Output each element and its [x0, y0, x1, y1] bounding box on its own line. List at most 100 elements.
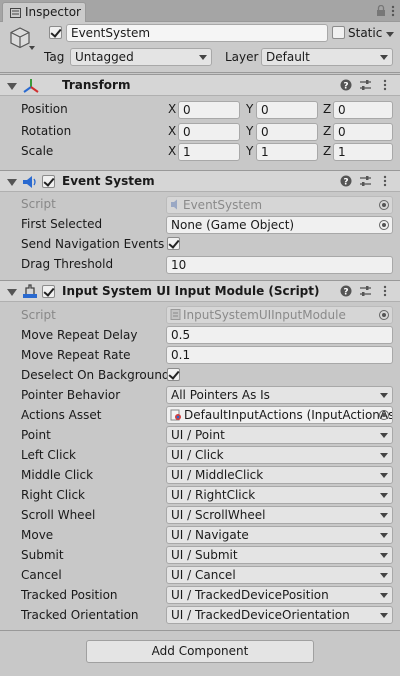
position-z-field[interactable]: 0: [333, 101, 393, 119]
action-left-click-label: Left Click: [21, 448, 76, 462]
tag-dropdown[interactable]: Untagged: [70, 48, 212, 66]
scale-y-field[interactable]: 1: [256, 143, 318, 161]
move-repeat-delay-label: Move Repeat Delay: [21, 328, 138, 342]
action-scroll-wheel-label: Scroll Wheel: [21, 508, 96, 522]
layer-dropdown[interactable]: Default: [261, 48, 393, 66]
tag-value: Untagged: [75, 50, 134, 64]
event-system-title: Event System: [62, 174, 155, 188]
input-module-header[interactable]: Input System UI Input Module (Script) ?: [0, 280, 400, 302]
static-checkbox[interactable]: [332, 26, 345, 39]
rotation-y-field[interactable]: 0: [256, 123, 318, 141]
foldout-arrow-icon[interactable]: [7, 289, 17, 296]
axis-y-label[interactable]: Y: [246, 124, 253, 138]
icon-dropdown-arrow[interactable]: [29, 46, 35, 50]
inspector-icon: [10, 8, 21, 18]
help-icon[interactable]: ?: [340, 285, 352, 297]
action-right-click-dropdown[interactable]: UI / RightClick: [166, 486, 393, 504]
help-icon[interactable]: ?: [340, 79, 352, 91]
object-picker-icon[interactable]: [379, 410, 389, 420]
position-y-field[interactable]: 0: [256, 101, 318, 119]
script-file-icon: [170, 309, 181, 320]
component-menu-icon[interactable]: [382, 78, 388, 92]
axis-x-label[interactable]: X: [168, 124, 176, 138]
script-value: EventSystem: [183, 198, 263, 212]
input-module-enabled-checkbox[interactable]: [42, 285, 55, 298]
deselect-checkbox[interactable]: [167, 368, 180, 381]
rotation-z-field[interactable]: 0: [333, 123, 393, 141]
axis-x-label[interactable]: X: [168, 102, 176, 116]
drag-threshold-field[interactable]: 10: [166, 256, 393, 274]
action-value: UI / RightClick: [171, 488, 256, 502]
action-value: UI / Navigate: [171, 528, 249, 542]
axis-y-label[interactable]: Y: [246, 102, 253, 116]
scale-label: Scale: [21, 144, 54, 158]
action-submit-dropdown[interactable]: UI / Submit: [166, 546, 393, 564]
action-tracked-orientation-dropdown[interactable]: UI / TrackedDeviceOrientation: [166, 606, 393, 624]
send-nav-checkbox[interactable]: [167, 237, 180, 250]
action-value: UI / TrackedDeviceOrientation: [171, 608, 350, 622]
action-value: UI / TrackedDevicePosition: [171, 588, 329, 602]
rotation-x-field[interactable]: 0: [178, 123, 240, 141]
transform-header[interactable]: Transform ?: [0, 74, 400, 96]
action-scroll-wheel-dropdown[interactable]: UI / ScrollWheel: [166, 506, 393, 524]
first-selected-field[interactable]: None (Game Object): [166, 216, 393, 234]
axis-z-label[interactable]: Z: [323, 124, 331, 138]
more-options-icon[interactable]: [390, 4, 396, 18]
component-menu-icon[interactable]: [382, 284, 388, 298]
foldout-arrow-icon[interactable]: [7, 83, 17, 90]
action-tracked-position-label: Tracked Position: [21, 588, 118, 602]
move-repeat-delay-field[interactable]: 0.5: [166, 326, 393, 344]
input-module-icon: [23, 284, 37, 298]
presets-icon[interactable]: [359, 79, 372, 91]
event-system-icon: [23, 176, 36, 188]
lock-icon[interactable]: [376, 5, 386, 17]
axis-z-label[interactable]: Z: [323, 144, 331, 158]
layer-value: Default: [266, 50, 310, 64]
chevron-down-icon: [380, 473, 388, 478]
name-field[interactable]: EventSystem: [66, 24, 328, 42]
rotation-label: Rotation: [21, 124, 72, 138]
event-system-enabled-checkbox[interactable]: [42, 175, 55, 188]
svg-text:?: ?: [343, 177, 348, 187]
add-component-button[interactable]: Add Component: [86, 640, 314, 663]
position-x-field[interactable]: 0: [178, 101, 240, 119]
action-right-click-label: Right Click: [21, 488, 86, 502]
chevron-down-icon: [380, 553, 388, 558]
action-move-dropdown[interactable]: UI / Navigate: [166, 526, 393, 544]
first-selected-label: First Selected: [21, 217, 103, 231]
chevron-down-icon: [380, 493, 388, 498]
component-menu-icon[interactable]: [382, 174, 388, 188]
action-tracked-position-dropdown[interactable]: UI / TrackedDevicePosition: [166, 586, 393, 604]
action-left-click-dropdown[interactable]: UI / Click: [166, 446, 393, 464]
scale-z-field[interactable]: 1: [333, 143, 393, 161]
tab-inspector[interactable]: Inspector: [2, 2, 86, 22]
action-move-label: Move: [21, 528, 54, 542]
pointer-behavior-dropdown[interactable]: All Pointers As Is: [166, 386, 393, 404]
deselect-label: Deselect On Background: [21, 368, 170, 382]
static-dropdown-arrow[interactable]: [386, 32, 394, 37]
send-nav-label: Send Navigation Events: [21, 237, 165, 251]
actions-asset-field[interactable]: DefaultInputActions (InputActionAs: [166, 406, 393, 424]
object-picker-icon[interactable]: [379, 220, 389, 230]
axis-y-label[interactable]: Y: [246, 144, 253, 158]
presets-icon[interactable]: [359, 285, 372, 297]
action-cancel-dropdown[interactable]: UI / Cancel: [166, 566, 393, 584]
active-checkbox[interactable]: [49, 26, 62, 39]
axis-x-label[interactable]: X: [168, 144, 176, 158]
divider: [0, 630, 400, 631]
action-middle-click-dropdown[interactable]: UI / MiddleClick: [166, 466, 393, 484]
help-icon[interactable]: ?: [340, 175, 352, 187]
action-point-dropdown[interactable]: UI / Point: [166, 426, 393, 444]
move-repeat-rate-label: Move Repeat Rate: [21, 348, 131, 362]
foldout-arrow-icon[interactable]: [7, 179, 17, 186]
action-value: UI / Cancel: [171, 568, 236, 582]
event-system-header[interactable]: Event System ?: [0, 170, 400, 192]
presets-icon[interactable]: [359, 175, 372, 187]
input-module-title: Input System UI Input Module (Script): [62, 284, 320, 298]
action-value: UI / Submit: [171, 548, 238, 562]
scale-x-field[interactable]: 1: [178, 143, 240, 161]
input-actions-asset-icon: [170, 409, 181, 421]
move-repeat-rate-field[interactable]: 0.1: [166, 346, 393, 364]
axis-z-label[interactable]: Z: [323, 102, 331, 116]
action-value: UI / ScrollWheel: [171, 508, 266, 522]
